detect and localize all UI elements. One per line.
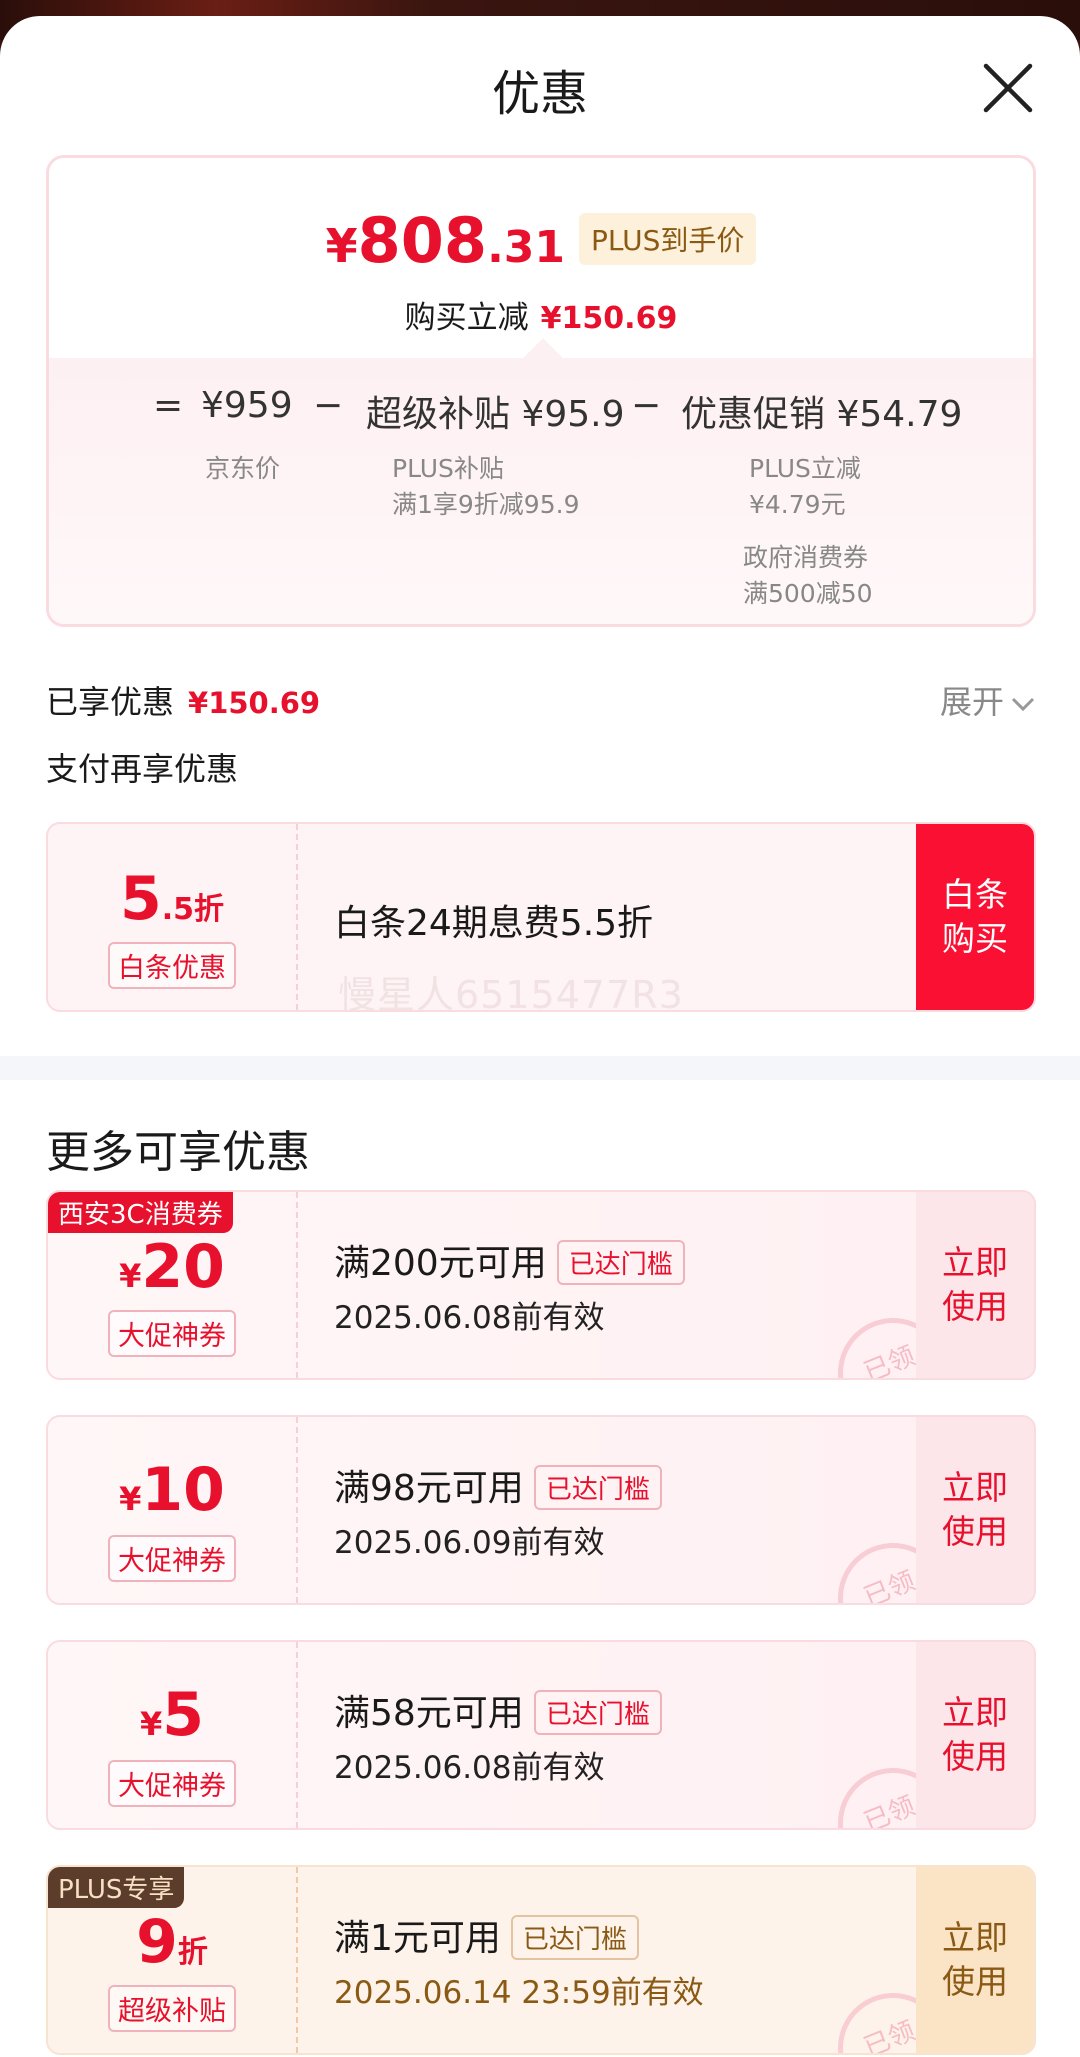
baitiao-value: 5.5折 (119, 864, 225, 934)
coupon-card: ¥5 大促神券 满58元可用 已达门槛 2025.06.08前有效 已领 立即 使用 (46, 1640, 1036, 1830)
section-divider (0, 1056, 1080, 1080)
formula-minus: − (313, 385, 344, 426)
gov-coupon-title: 政府消费券 (743, 543, 869, 572)
use-now-button[interactable]: 立即 使用 (916, 1192, 1034, 1378)
super-subsidy: 超级补贴 ¥95.9 (366, 394, 625, 435)
threshold-badge: 已达门槛 (533, 1464, 662, 1510)
coupon-corner-tag: 西安3C消费券 (48, 1192, 233, 1233)
price-summary-card: ¥808.31 PLUS到手价 购买立减 ¥150.69 = ¥959 − 超级补… (46, 155, 1036, 627)
coupon-card: ¥10 大促神券 满98元可用 已达门槛 2025.06.09前有效 已领 立即使… (46, 1415, 1036, 1605)
jd-price: ¥959 (201, 385, 293, 426)
coupon-condition: 满200元可用 已达门槛 (334, 1234, 685, 1288)
jd-price-label: 京东价 (205, 454, 281, 483)
coupon-expiry: 2025.06.09前有效 (334, 1525, 605, 1561)
coupon-tag: 大促神券 (108, 1310, 236, 1357)
coupon-expiry: 2025.06.14 23:59前有效 (334, 1975, 704, 2011)
coupon-condition: 满58元可用 已达门槛 (334, 1684, 662, 1738)
plus-coupon-card: 9折 超级补贴 PLUS专享 满1元可用 已达门槛 2025.06.14 23:5… (46, 1865, 1036, 2055)
coupon-card: ¥20 大促神券 西安3C消费券 满200元可用 已达门槛 2025.06.08前… (46, 1190, 1036, 1380)
coupon-amount: 9折 (136, 1907, 208, 1977)
plus-reduce-title: PLUS立减 (749, 454, 861, 483)
baitiao-buy-button[interactable]: 白条 购买 (916, 824, 1034, 1010)
final-price: ¥808.31 (325, 204, 566, 277)
coupon-condition: 满98元可用 已达门槛 (334, 1459, 662, 1513)
use-now-button[interactable]: 立即 使用 (916, 1417, 1034, 1603)
formula-minus: − (631, 385, 662, 426)
coupon-tag: 大促神券 (108, 1535, 236, 1582)
plus-subsidy-title: PLUS补贴 (392, 454, 504, 483)
more-discounts-title: 更多可享优惠 (46, 1127, 310, 1178)
pay-section-title: 支付再享优惠 (46, 750, 239, 788)
baitiao-card: 5.5折 白条优惠 白条24期息费5.5折 慢星人6515477R3 白条 购买 (46, 822, 1036, 1012)
coupon-amount: ¥20 (119, 1232, 225, 1302)
plus-price-badge: PLUS到手价 (579, 213, 757, 265)
purchase-reduction: 购买立减 ¥150.69 (404, 300, 678, 336)
coupon-tag: 大促神券 (108, 1760, 236, 1807)
close-icon[interactable] (980, 60, 1036, 116)
coupon-condition: 满1元可用 已达门槛 (334, 1909, 639, 1963)
plus-exclusive-tag: PLUS专享 (48, 1867, 185, 1908)
coupon-expiry: 2025.06.08前有效 (334, 1300, 605, 1336)
expand-button[interactable]: 展开 (940, 677, 1036, 723)
coupon-amount: ¥10 (119, 1455, 225, 1525)
coupon-tag: 超级补贴 (108, 1985, 236, 2032)
baitiao-tag: 白条优惠 (108, 942, 236, 989)
threshold-badge: 已达门槛 (533, 1689, 662, 1735)
coupon-amount: ¥5 (139, 1680, 204, 1750)
watermark: 慢星人6515477R3 (338, 973, 684, 1012)
use-now-button[interactable]: 立即 使用 (916, 1642, 1034, 1828)
discount-sheet: 优惠 ¥808.31 PLUS到手价 购买立减 ¥150.69 = ¥959 − … (0, 16, 1080, 2057)
baitiao-desc: 白条24期息费5.5折 (334, 903, 654, 944)
plus-subsidy-desc: 满1享9折减95.9 (392, 490, 580, 519)
enjoyed-discount: 已享优惠 ¥150.69 (46, 683, 321, 721)
threshold-badge: 已达门槛 (510, 1914, 639, 1960)
chevron-down-icon (1011, 697, 1035, 712)
use-now-button[interactable]: 立即 使用 (916, 1867, 1034, 2053)
threshold-badge: 已达门槛 (556, 1239, 685, 1285)
sheet-title: 优惠 (491, 66, 588, 122)
formula-equals: = (153, 385, 184, 426)
promo-discount: 优惠促销 ¥54.79 (681, 394, 963, 435)
plus-reduce-value: ¥4.79元 (749, 490, 846, 519)
gov-coupon-desc: 满500减50 (743, 579, 873, 608)
coupon-expiry: 2025.06.08前有效 (334, 1750, 605, 1786)
